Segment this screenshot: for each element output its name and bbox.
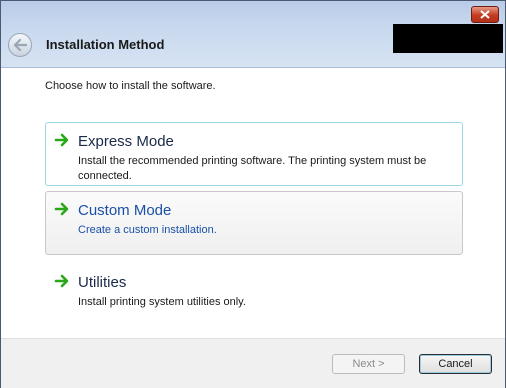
option-label: Express Mode bbox=[78, 133, 174, 150]
header-bar: Installation Method bbox=[1, 1, 505, 68]
next-button[interactable]: Next > bbox=[332, 354, 405, 374]
close-button[interactable] bbox=[471, 6, 499, 23]
back-button[interactable] bbox=[8, 33, 32, 57]
green-arrow-icon bbox=[54, 133, 69, 147]
page-title: Installation Method bbox=[46, 37, 165, 52]
close-icon bbox=[480, 10, 490, 19]
option-label: Custom Mode bbox=[78, 202, 172, 219]
option-utilities[interactable]: Utilities Install printing system utilit… bbox=[45, 263, 463, 319]
cancel-button[interactable]: Cancel bbox=[419, 354, 492, 374]
intro-text: Choose how to install the software. bbox=[45, 80, 216, 92]
footer-bar: Next > Cancel bbox=[1, 338, 505, 388]
option-custom-mode[interactable]: Custom Mode Create a custom installation… bbox=[45, 191, 463, 255]
option-description: Create a custom installation. bbox=[78, 224, 217, 236]
green-arrow-icon bbox=[54, 274, 69, 288]
option-label: Utilities bbox=[78, 274, 127, 291]
installer-window: Installation Method Choose how to instal… bbox=[0, 0, 506, 388]
green-arrow-icon bbox=[54, 202, 69, 216]
option-description: Install the recommended printing softwar… bbox=[78, 155, 427, 182]
option-express-mode[interactable]: Express Mode Install the recommended pri… bbox=[45, 122, 463, 186]
option-description: Install printing system utilities only. bbox=[78, 296, 246, 308]
redacted-block bbox=[393, 24, 503, 53]
back-arrow-icon bbox=[13, 39, 27, 51]
